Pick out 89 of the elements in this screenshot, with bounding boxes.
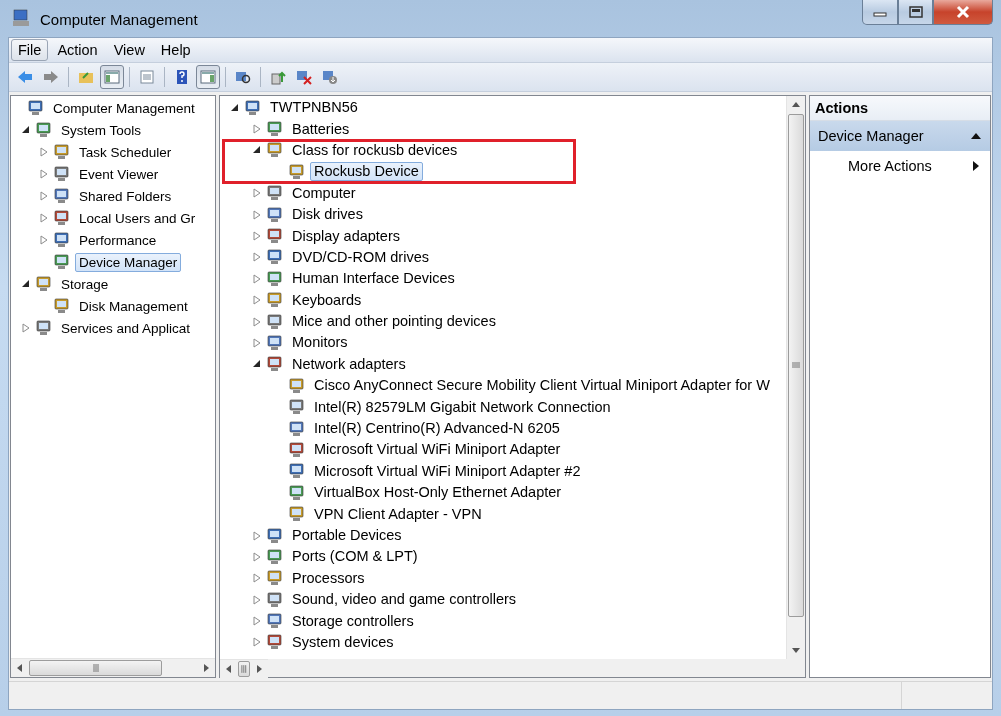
tree-item[interactable]: Services and Applicat	[57, 318, 195, 338]
device-icon	[288, 440, 306, 459]
pane-icon	[199, 68, 217, 86]
tree-item[interactable]: Monitors	[288, 333, 352, 353]
tree-item[interactable]: Disk drives	[288, 205, 367, 225]
list-icon	[138, 68, 156, 86]
device-icon	[266, 612, 284, 631]
section-title: Device Manager	[818, 128, 924, 144]
close-icon	[955, 5, 971, 19]
tree-item[interactable]: DVD/CD-ROM drives	[288, 247, 433, 267]
close-button[interactable]	[933, 0, 993, 25]
maximize-button[interactable]	[898, 0, 933, 25]
menu-item[interactable]: View	[106, 39, 152, 61]
tree-item[interactable]: Rockusb Device	[310, 162, 423, 182]
collapse-arrow-icon[interactable]	[970, 131, 982, 141]
pane-icon	[103, 68, 121, 86]
tree-item[interactable]: Shared Folders	[75, 186, 176, 206]
tree-item[interactable]: Task Scheduler	[75, 142, 176, 162]
tree-item[interactable]: Performance	[75, 230, 161, 250]
tree-item[interactable]: Device Manager	[75, 252, 182, 272]
device-icon	[266, 590, 284, 609]
device-icon	[244, 98, 262, 117]
menu-item[interactable]: File	[11, 39, 49, 61]
tree-item[interactable]: Sound, video and game controllers	[288, 590, 521, 610]
tree-item[interactable]: Keyboards	[288, 290, 366, 310]
device-icon	[266, 269, 284, 288]
device-icon	[288, 162, 306, 181]
device-icon	[288, 376, 306, 395]
tree-item[interactable]: Class for rockusb devices	[288, 140, 462, 160]
actions-title: Actions	[810, 96, 990, 121]
forward-arrow-icon	[42, 68, 60, 86]
device-icon	[288, 462, 306, 481]
tree-item[interactable]: Computer	[288, 183, 360, 203]
device-icon	[266, 547, 284, 566]
tree-item[interactable]: Computer Management	[49, 98, 199, 118]
tree-item[interactable]: Local Users and Gr	[75, 208, 200, 228]
tree-item[interactable]: Microsoft Virtual WiFi Miniport Adapter #2	[310, 461, 585, 481]
tree-item[interactable]: Storage	[57, 274, 113, 294]
computer-management-icon	[12, 9, 30, 27]
device-icon	[266, 205, 284, 224]
tree-item[interactable]: Portable Devices	[288, 526, 406, 545]
maximize-icon	[908, 6, 923, 18]
device-icon	[266, 633, 284, 652]
tree-item[interactable]: Intel(R) 82579LM Gigabit Network Connection	[310, 397, 615, 417]
tree-item[interactable]: System devices	[288, 632, 398, 652]
tree-item[interactable]: VPN Client Adapter - VPN	[310, 504, 486, 524]
tree-item[interactable]: Batteries	[288, 119, 354, 139]
tree-item[interactable]: Processors	[288, 568, 369, 588]
tree-item[interactable]: Human Interface Devices	[288, 269, 459, 289]
device-icon	[266, 312, 284, 331]
action-label: More Actions	[848, 158, 932, 174]
scroll-thumb[interactable]	[29, 660, 163, 676]
device-icon	[266, 227, 284, 246]
tree-item[interactable]: Cisco AnyConnect Secure Mobility Client Virtual Miniport Adapter for W	[310, 376, 774, 396]
device-icon	[288, 398, 306, 417]
tree-item[interactable]: System Tools	[57, 120, 146, 140]
back-arrow-icon	[16, 68, 34, 86]
tree-item[interactable]: Microsoft Virtual WiFi Miniport Adapter	[310, 440, 565, 460]
tree-item[interactable]: Event Viewer	[75, 164, 163, 184]
device-icon	[266, 291, 284, 310]
menu-item[interactable]: Action	[50, 39, 105, 61]
action-item[interactable]: More Actions	[810, 151, 990, 181]
tree-item[interactable]: Network adapters	[288, 354, 410, 374]
tree-item[interactable]: TWTPNBN56	[266, 98, 362, 118]
tree-item[interactable]: Ports (COM & LPT)	[288, 547, 422, 567]
device-icon	[288, 505, 306, 524]
scroll-thumb[interactable]	[788, 114, 804, 617]
tree-item[interactable]: Display adapters	[288, 226, 404, 246]
scroll-thumb[interactable]	[238, 661, 250, 677]
device-icon	[266, 248, 284, 267]
disable-icon	[321, 68, 339, 86]
tree-item[interactable]: Storage controllers	[288, 611, 418, 631]
device-icon	[288, 419, 306, 438]
device-icon	[266, 184, 284, 203]
tree-item[interactable]: Intel(R) Centrino(R) Advanced-N 6205	[310, 419, 564, 439]
actions-section-header[interactable]: Device Manager	[810, 121, 990, 151]
device-icon	[266, 334, 284, 352]
device-icon	[266, 569, 284, 588]
menu-item[interactable]: Help	[153, 39, 198, 61]
tree-item[interactable]: Disk Management	[75, 296, 192, 316]
device-icon	[266, 355, 284, 374]
device-icon	[266, 141, 284, 160]
device-icon	[288, 483, 306, 502]
tree-item[interactable]: Mice and other pointing devices	[288, 312, 500, 332]
device-icon	[266, 120, 284, 139]
tree-item[interactable]: VirtualBox Host-Only Ethernet Adapter	[310, 483, 566, 503]
uninstall-icon	[295, 68, 313, 86]
device-icon	[266, 526, 284, 545]
window-title: Computer Management	[40, 11, 199, 28]
